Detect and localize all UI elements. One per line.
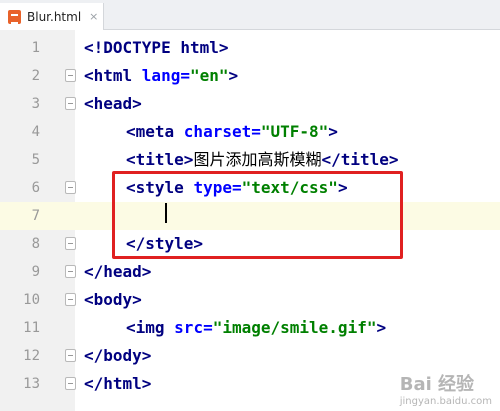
fold-collapse-icon[interactable] xyxy=(65,69,76,82)
line-number: 1 xyxy=(31,40,40,56)
fold-collapse-icon[interactable] xyxy=(65,293,76,306)
editor-tab-bar: Blur.html × xyxy=(0,0,500,30)
code-body-open[interactable]: <body> xyxy=(84,286,142,314)
code-line[interactable]: 9 xyxy=(0,258,500,286)
code-body-close[interactable]: </body> xyxy=(84,342,151,370)
code-token: </head> xyxy=(84,262,152,281)
code-token: "UTF-8" xyxy=(260,122,329,141)
line-number: 8 xyxy=(31,236,40,252)
line-number: 11 xyxy=(23,320,40,336)
code-token: html xyxy=(180,38,219,57)
code-head-open[interactable]: <head> xyxy=(84,90,142,118)
highlight-box xyxy=(112,171,403,259)
line-number: 13 xyxy=(23,376,40,392)
watermark-url: jingyan.baidu.com xyxy=(399,396,492,407)
html-file-icon xyxy=(8,9,21,24)
fold-end-icon[interactable] xyxy=(65,377,76,390)
code-token: > xyxy=(328,122,338,141)
code-line[interactable]: 10 xyxy=(0,286,500,314)
code-token: <meta xyxy=(126,122,184,141)
code-token: > xyxy=(218,38,229,57)
fold-collapse-icon[interactable] xyxy=(65,181,76,194)
code-token: "image/smile.gif" xyxy=(212,318,377,337)
code-img[interactable]: <img src="image/smile.gif"> xyxy=(126,314,386,342)
line-number: 9 xyxy=(31,264,40,280)
code-token: </title> xyxy=(321,150,399,169)
tab-filename: Blur.html xyxy=(27,9,82,24)
fold-end-icon[interactable] xyxy=(65,237,76,250)
code-html-open[interactable]: <html lang="en"> xyxy=(84,62,238,90)
line-number: 5 xyxy=(31,152,40,168)
code-line[interactable]: 12 xyxy=(0,342,500,370)
code-token: lang= xyxy=(141,66,190,85)
code-token: <img xyxy=(126,318,175,337)
code-html-close[interactable]: </html> xyxy=(84,370,151,398)
watermark-brand: Bai 经验 xyxy=(399,374,475,395)
line-number: 10 xyxy=(23,292,40,308)
code-token: <title> xyxy=(126,150,194,169)
code-meta[interactable]: <meta charset="UTF-8"> xyxy=(126,118,338,146)
file-tab[interactable]: Blur.html × xyxy=(0,3,104,30)
fold-end-icon[interactable] xyxy=(65,265,76,278)
code-head-close[interactable]: </head> xyxy=(84,258,151,286)
code-token: <html xyxy=(84,66,142,85)
code-token: <!DOCTYPE xyxy=(84,38,181,57)
code-token: src= xyxy=(174,318,213,337)
code-token: </body> xyxy=(84,346,152,365)
code-doctype[interactable]: <!DOCTYPE html> xyxy=(84,34,229,62)
code-token: "en" xyxy=(189,66,229,85)
code-token: <head> xyxy=(84,94,142,113)
code-line[interactable]: 2 xyxy=(0,62,500,90)
code-title[interactable]: <title>图片添加高斯模糊</title> xyxy=(126,146,399,174)
watermark: Bai 经验 jingyan.baidu.com xyxy=(400,370,492,407)
code-token: <body> xyxy=(84,290,142,309)
close-icon[interactable]: × xyxy=(89,10,98,23)
line-number: 7 xyxy=(31,208,40,224)
line-number: 12 xyxy=(23,348,40,364)
line-number: 3 xyxy=(31,96,40,112)
code-token: charset= xyxy=(183,122,261,141)
line-number: 4 xyxy=(31,124,40,140)
code-token: </html> xyxy=(84,374,152,393)
fold-end-icon[interactable] xyxy=(65,349,76,362)
code-token: 图片添加高斯模糊 xyxy=(193,150,322,169)
code-token: > xyxy=(376,318,387,337)
code-token: > xyxy=(228,66,239,85)
line-number: 2 xyxy=(31,68,40,84)
code-line[interactable]: 1 xyxy=(0,34,500,62)
fold-collapse-icon[interactable] xyxy=(65,97,76,110)
line-number: 6 xyxy=(31,180,40,196)
code-line[interactable]: 3 xyxy=(0,90,500,118)
